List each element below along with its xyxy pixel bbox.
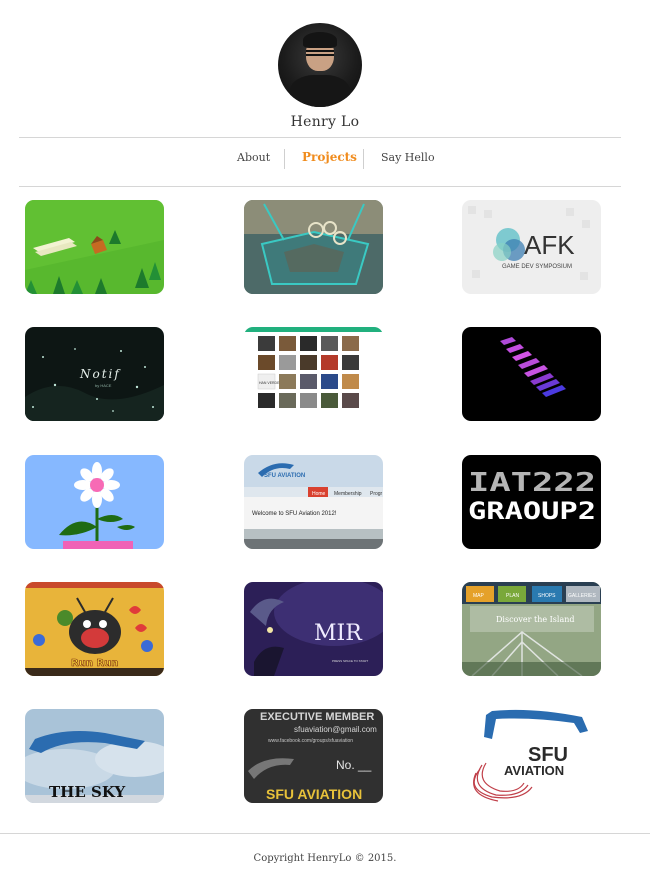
project-tile-sfu-aviation-logo[interactable]: SFU AVIATION <box>462 709 601 803</box>
discover-island-thumbnail: MAP PLAN SHOPS GALLERIES Discover the Is… <box>462 582 601 676</box>
the-sky-thumbnail: THE SKY <box>25 709 164 803</box>
card-title: EXECUTIVE MEMBER <box>260 711 374 723</box>
afk-subtitle: GAME DEV SYMPOSIUM <box>502 264 572 270</box>
project-tile-the-sky[interactable]: THE SKY <box>25 709 164 803</box>
card-number: No. __ <box>336 758 372 772</box>
the-sky-title: THE SKY <box>49 783 125 801</box>
run-run-title: Run Run <box>71 658 118 669</box>
avatar <box>278 23 362 107</box>
run-run-thumbnail: Run Run <box>25 582 164 676</box>
project-tile-3d-room[interactable] <box>244 200 383 294</box>
website-logo: SFU AVIATION <box>264 473 305 479</box>
mir-footer: PRESS SPACE TO START <box>332 659 368 663</box>
project-tile-run-run[interactable]: Run Run <box>25 582 164 676</box>
iat222-thumbnail: IAT222 GRAOUP2 <box>462 455 601 549</box>
project-tile-purple-bars[interactable] <box>462 327 601 421</box>
logo-line2: AVIATION <box>504 763 564 778</box>
mir-thumbnail: MIR PRESS SPACE TO START <box>244 582 383 676</box>
flower-pot-thumbnail <box>25 455 164 549</box>
card-email: sfuaviation@gmail.com <box>294 725 377 734</box>
nav-projects[interactable]: Projects <box>302 150 357 164</box>
website-tab-membership: Membership <box>334 491 362 497</box>
project-tile-afk[interactable]: AFK GAME DEV SYMPOSIUM <box>462 200 601 294</box>
afk-logo-thumbnail: AFK GAME DEV SYMPOSIUM <box>462 200 601 294</box>
project-tile-flower[interactable] <box>25 455 164 549</box>
profile-name: Henry Lo <box>290 114 360 130</box>
island-headline: Discover the Island <box>496 615 575 624</box>
sfu-aviation-website-thumbnail: SFU AVIATION Home Membership Progr Welco… <box>244 455 383 549</box>
notif-title: Notif <box>79 367 121 381</box>
island-tab-galleries: GALLERIES <box>568 593 596 599</box>
green-island-thumbnail <box>25 200 164 294</box>
website-headline: Welcome to SFU Aviation 2012! <box>252 511 337 517</box>
website-tab-progr: Progr <box>370 491 383 497</box>
card-url: www.facebook.com/groups/sfuaviation <box>268 738 353 744</box>
header-divider <box>19 137 621 138</box>
main-nav: About Projects Say Hello <box>0 148 650 170</box>
nav-say-hello[interactable]: Say Hello <box>381 151 435 164</box>
island-tab-shops: SHOPS <box>538 593 556 599</box>
project-tile-green-island[interactable] <box>25 200 164 294</box>
iat222-line1: IAT222 <box>468 468 596 498</box>
project-tile-photo-grid[interactable]: HAN VERDE <box>244 327 383 421</box>
nav-divider <box>284 149 285 169</box>
project-tile-executive-member[interactable]: EXECUTIVE MEMBER sfuaviation@gmail.com w… <box>244 709 383 803</box>
footer-copyright: Copyright HenryLo © 2015. <box>253 853 397 864</box>
project-tile-sfu-aviation-website[interactable]: SFU AVIATION Home Membership Progr Welco… <box>244 455 383 549</box>
footer-divider <box>0 833 650 834</box>
notif-thumbnail: Notif by HACE <box>25 327 164 421</box>
purple-bars-thumbnail <box>462 327 601 421</box>
website-tab-home: Home <box>312 491 326 497</box>
afk-title: AFK <box>524 230 575 260</box>
island-tab-map: MAP <box>473 593 485 599</box>
project-tile-notif[interactable]: Notif by HACE <box>25 327 164 421</box>
project-tile-discover-island[interactable]: MAP PLAN SHOPS GALLERIES Discover the Is… <box>462 582 601 676</box>
mir-title: MIR <box>314 621 363 646</box>
nav-divider-line <box>19 186 621 187</box>
photo-grid-thumbnail: HAN VERDE <box>244 327 383 421</box>
project-tile-iat222[interactable]: IAT222 GRAOUP2 <box>462 455 601 549</box>
notif-subtitle: by HACE <box>95 383 112 388</box>
3d-room-thumbnail <box>244 200 383 294</box>
executive-member-card-thumbnail: EXECUTIVE MEMBER sfuaviation@gmail.com w… <box>244 709 383 803</box>
project-tile-mir[interactable]: MIR PRESS SPACE TO START <box>244 582 383 676</box>
nav-about[interactable]: About <box>237 151 270 164</box>
sfu-aviation-logo-thumbnail: SFU AVIATION <box>462 709 601 803</box>
iat222-line2: GRAOUP2 <box>468 497 596 525</box>
card-brand: SFU AVIATION <box>266 786 362 802</box>
nav-divider <box>363 149 364 169</box>
island-tab-plan: PLAN <box>506 593 519 599</box>
photo-grid-caption: HAN VERDE <box>259 381 280 385</box>
